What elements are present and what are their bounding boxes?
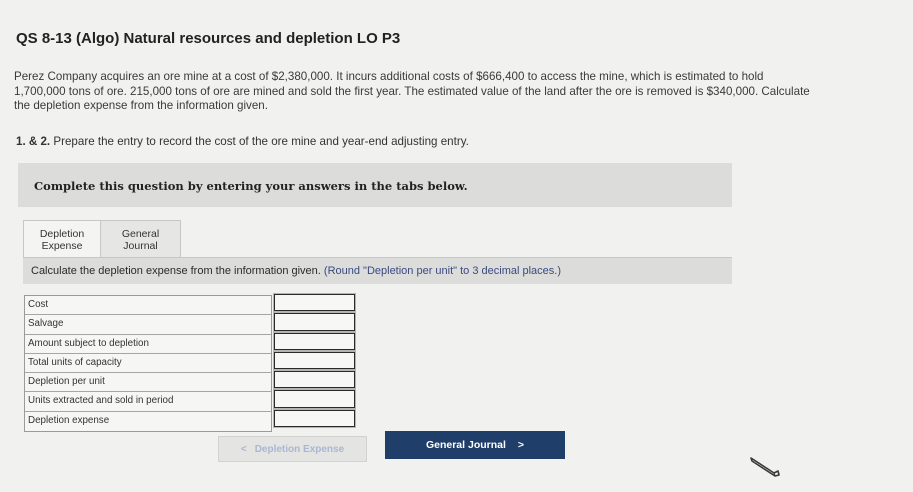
problem-description: Perez Company acquires an ore mine at a … [14,70,810,112]
depletion-expense-input[interactable] [274,409,355,428]
tab-general-journal[interactable]: General Journal [101,220,181,258]
depletion-per-unit-cell [273,370,356,390]
tab-label-line2: Journal [123,239,158,252]
instructions-text: Complete this question by entering your … [34,179,468,193]
units-extracted-cell [273,389,356,409]
cost-cell [273,293,356,313]
instructions-box: Complete this question by entering your … [18,163,732,207]
chevron-left-icon: < [240,443,247,455]
prompt-text: Calculate the depletion expense from the… [31,265,561,277]
chevron-right-icon: > [517,439,525,451]
depletion-table-inputs [273,293,357,429]
cost-input[interactable] [274,294,355,312]
part-text: Prepare the entry to record the cost of … [53,135,469,148]
next-button[interactable]: General Journal > [385,431,565,459]
table-row-label: Units extracted and sold in period [25,392,271,412]
table-row-label: Salvage [25,315,271,335]
salvage-input[interactable] [274,313,355,331]
table-row-label: Depletion expense [28,414,110,426]
prompt-bar: Calculate the depletion expense from the… [23,258,732,284]
prompt-note: (Round "Depletion per unit" to 3 decimal… [323,265,562,277]
depletion-per-unit-input[interactable] [274,371,355,389]
total-units-cell [273,350,356,371]
salvage-cell [273,312,356,332]
amount-subject-input[interactable] [274,332,355,350]
prev-button-label: Depletion Expense [254,443,345,455]
page-title: QS 8-13 (Algo) Natural resources and dep… [16,30,401,47]
tab-label-line1: Depletion [39,227,85,240]
prev-button[interactable]: < Depletion Expense [218,436,367,462]
tab-bar: Depletion Expense General Journal [23,220,181,258]
tab-label-line1: General [121,227,160,240]
amount-subject-cell [273,331,356,351]
tab-label-line2: Expense [41,239,83,252]
tab-depletion-expense[interactable]: Depletion Expense [23,220,101,258]
pencil-icon [750,457,780,477]
part-instruction: 1. & 2. Prepare the entry to record the … [16,135,469,148]
units-extracted-input[interactable] [274,390,355,408]
total-units-input[interactable] [274,351,355,370]
part-number: 1. & 2. [16,135,51,148]
table-row-label: Total units of capacity [25,354,271,374]
prompt-main: Calculate the depletion expense from the… [31,265,321,277]
next-button-label: General Journal [425,439,506,451]
table-row-label: Amount subject to depletion [25,335,271,354]
depletion-expense-cell [273,408,356,429]
table-row-label: Depletion per unit [25,373,271,393]
table-row-label: Cost [25,296,271,316]
depletion-table-labels: Cost Salvage Amount subject to depletion… [24,295,272,433]
